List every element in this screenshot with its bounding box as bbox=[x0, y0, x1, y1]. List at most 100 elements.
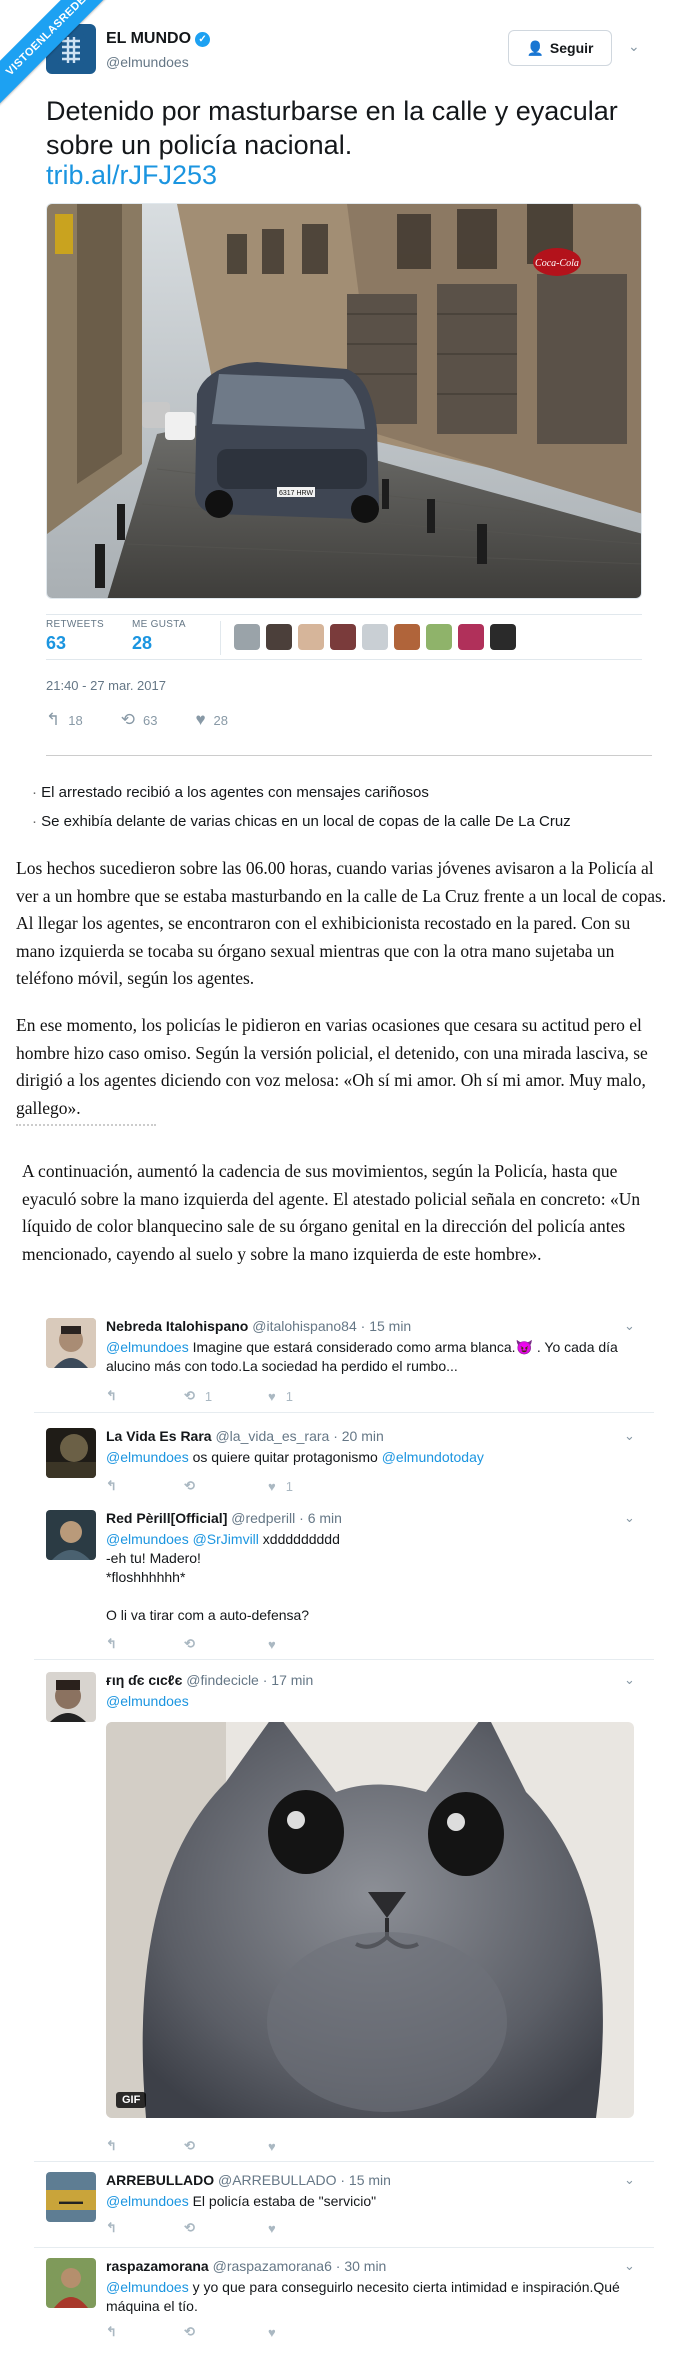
chevron-down-icon[interactable]: ⌄ bbox=[624, 2172, 635, 2188]
avatar[interactable] bbox=[46, 2258, 96, 2308]
reply-author[interactable]: ARREBULLADO bbox=[106, 2172, 214, 2188]
reply-button[interactable]: ↰ bbox=[106, 1388, 184, 1404]
chevron-down-icon[interactable]: ⌄ bbox=[624, 1318, 635, 1334]
avatar[interactable] bbox=[46, 1318, 96, 1368]
reply-actions: ↰ ⟲ ♥ 1 bbox=[106, 1478, 293, 1494]
chevron-down-icon[interactable]: ⌄ bbox=[624, 1510, 635, 1526]
reply-tweet[interactable]: Red Pèrill[Official] @redperill · 6 min … bbox=[34, 1510, 654, 1660]
retweet-count: 1 bbox=[204, 1388, 213, 1404]
retweet-button[interactable]: ⟲ bbox=[184, 1636, 268, 1652]
reply-actions: ↰ ⟲ ♥ bbox=[106, 2324, 276, 2340]
account-handle[interactable]: @elmundoes bbox=[106, 54, 189, 70]
reply-tweet[interactable]: ▬▬▬ ARREBULLADO @ARREBULLADO · 15 min ⌄ … bbox=[34, 2172, 654, 2248]
liker-avatar[interactable] bbox=[362, 624, 388, 650]
reply-button[interactable]: ↰ bbox=[106, 2324, 184, 2340]
like-button[interactable]: ♥ bbox=[268, 2138, 276, 2154]
liker-avatar[interactable] bbox=[426, 624, 452, 650]
liker-avatar[interactable] bbox=[330, 624, 356, 650]
retweet-button[interactable]: ⟲ bbox=[184, 2324, 268, 2340]
reply-meta[interactable]: @ARREBULLADO · 15 min bbox=[218, 2172, 391, 2188]
retweet-icon: ⟲ bbox=[184, 1388, 195, 1403]
reply-author[interactable]: raspazamorana bbox=[106, 2258, 209, 2274]
mention-link[interactable]: @elmundoes bbox=[106, 1449, 189, 1465]
like-button[interactable]: ♥ bbox=[268, 2220, 276, 2236]
gif-media[interactable]: GIF bbox=[106, 1722, 634, 2118]
chevron-down-icon[interactable]: ⌄ bbox=[624, 1428, 635, 1444]
reply-button[interactable]: ↰ bbox=[106, 1636, 184, 1652]
mention-link[interactable]: @elmundoes @SrJimvill bbox=[106, 1531, 259, 1547]
stats-divider bbox=[220, 621, 221, 655]
chevron-down-icon[interactable]: ⌄ bbox=[624, 1672, 635, 1688]
retweet-button[interactable]: ⟲ bbox=[184, 2138, 268, 2154]
liker-avatar[interactable] bbox=[394, 624, 420, 650]
reply-actions: ↰ ⟲ ♥ bbox=[106, 2138, 276, 2154]
reply-icon: ↰ bbox=[106, 2324, 117, 2339]
reply-header: raspazamorana @raspazamorana6 · 30 min bbox=[106, 2258, 386, 2274]
reply-icon: ↰ bbox=[106, 1636, 117, 1651]
liker-avatar[interactable] bbox=[458, 624, 484, 650]
reply-meta[interactable]: @raspazamorana6 · 30 min bbox=[213, 2258, 387, 2274]
reply-tweet[interactable]: Nebreda Italohispano @italohispano84 · 1… bbox=[34, 1318, 654, 1413]
like-button[interactable]: ♥ bbox=[268, 2324, 276, 2340]
reply-text: @elmundoes Imagine que estará considerad… bbox=[106, 1338, 636, 1376]
follow-button[interactable]: 👤 Seguir bbox=[508, 30, 612, 66]
mention-link[interactable]: @elmundotoday bbox=[382, 1449, 484, 1465]
reply-meta[interactable]: @redperill · 6 min bbox=[231, 1510, 342, 1526]
retweet-icon: ⟲ bbox=[184, 2324, 195, 2339]
like-button[interactable]: ♥ 1 bbox=[268, 1478, 293, 1494]
reply-author[interactable]: Red Pèrill[Official] bbox=[106, 1510, 227, 1526]
mention-link[interactable]: @elmundoes bbox=[106, 1339, 189, 1355]
avatar[interactable]: ▬▬▬ bbox=[46, 2172, 96, 2222]
retweet-button[interactable]: ⟲ 63 bbox=[121, 710, 158, 730]
mention-link[interactable]: @elmundoes bbox=[106, 2193, 189, 2209]
like-button[interactable]: ♥ bbox=[268, 1636, 276, 1652]
likes-stat[interactable]: ME GUSTA 28 bbox=[132, 619, 186, 654]
reply-header: La Vida Es Rara @la_vida_es_rara · 20 mi… bbox=[106, 1428, 384, 1444]
avatar[interactable] bbox=[46, 1510, 96, 1560]
reply-button[interactable]: ↰ bbox=[106, 2220, 184, 2236]
reply-meta[interactable]: @italohispano84 · 15 min bbox=[252, 1318, 411, 1334]
liker-avatar[interactable] bbox=[490, 624, 516, 650]
like-button[interactable]: ♥ 28 bbox=[195, 710, 228, 730]
reply-text: @elmundoes El policía estaba de "servici… bbox=[106, 2192, 636, 2211]
retweet-button[interactable]: ⟲ 1 bbox=[184, 1388, 268, 1404]
tweet-photo[interactable]: Coca-Cola 6317 HRW bbox=[46, 203, 642, 599]
reply-button[interactable]: ↰ bbox=[106, 2138, 184, 2154]
tweet-link[interactable]: trib.al/rJFJ253 bbox=[46, 160, 217, 191]
liker-avatar[interactable] bbox=[266, 624, 292, 650]
reply-header: ARREBULLADO @ARREBULLADO · 15 min bbox=[106, 2172, 391, 2188]
retweet-icon: ⟲ bbox=[120, 710, 135, 729]
account-name[interactable]: EL MUNDO ✓ bbox=[106, 30, 211, 48]
liker-avatar[interactable] bbox=[298, 624, 324, 650]
retweets-stat[interactable]: RETWEETS 63 bbox=[46, 619, 104, 654]
mention-link[interactable]: @elmundoes bbox=[106, 1693, 189, 1709]
like-count: 1 bbox=[285, 1388, 293, 1404]
mention-link[interactable]: @elmundoes bbox=[106, 2279, 189, 2295]
reply-button[interactable]: ↰ 18 bbox=[46, 710, 83, 730]
reply-author[interactable]: ғιη ɗє cιcℓє bbox=[106, 1672, 182, 1688]
reply-actions: ↰ ⟲ ♥ bbox=[106, 2220, 276, 2236]
reply-meta[interactable]: @findecicle · 17 min bbox=[186, 1672, 313, 1688]
reply-meta[interactable]: @la_vida_es_rara · 20 min bbox=[215, 1428, 383, 1444]
heart-icon: ♥ bbox=[268, 1636, 276, 1652]
reply-button[interactable]: ↰ bbox=[106, 1478, 184, 1494]
tweet-timestamp[interactable]: 21:40 - 27 mar. 2017 bbox=[46, 678, 166, 693]
chevron-down-icon[interactable]: ⌄ bbox=[628, 38, 640, 55]
reply-author[interactable]: La Vida Es Rara bbox=[106, 1428, 212, 1444]
reply-tweet[interactable]: raspazamorana @raspazamorana6 · 30 min ⌄… bbox=[34, 2258, 654, 2348]
reply-tweet[interactable]: La Vida Es Rara @la_vida_es_rara · 20 mi… bbox=[34, 1428, 654, 1500]
retweet-button[interactable]: ⟲ bbox=[184, 1478, 268, 1494]
chevron-down-icon[interactable]: ⌄ bbox=[624, 2258, 635, 2274]
like-button[interactable]: ♥ 1 bbox=[268, 1388, 293, 1404]
avatar[interactable] bbox=[46, 1672, 96, 1722]
gif-badge: GIF bbox=[116, 2092, 147, 2108]
liker-avatar[interactable] bbox=[234, 624, 260, 650]
reply-tweet[interactable]: ғιη ɗє cιcℓє @findecicle · 17 min ⌄ @elm… bbox=[34, 1672, 654, 2162]
cat-gif-illustration bbox=[106, 1722, 634, 2118]
bullet-item: El arrestado recibió a los agentes con m… bbox=[32, 778, 652, 807]
tweet-header: EL MUNDO ✓ @elmundoes 👤 Seguir ⌄ bbox=[46, 24, 646, 84]
retweet-button[interactable]: ⟲ bbox=[184, 2220, 268, 2236]
reply-author[interactable]: Nebreda Italohispano bbox=[106, 1318, 248, 1334]
avatar[interactable] bbox=[46, 1428, 96, 1478]
article-paragraph: A continuación, aumentó la cadencia de s… bbox=[22, 1161, 641, 1264]
